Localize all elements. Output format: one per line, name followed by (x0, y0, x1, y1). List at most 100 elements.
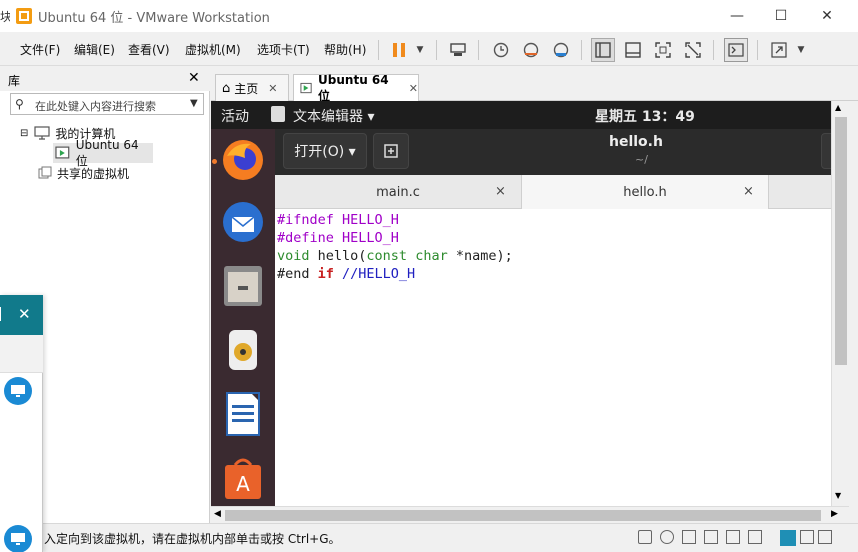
tab-ubuntu-label: Ubuntu 64 位 (318, 73, 389, 103)
stretch-guest-icon[interactable] (767, 38, 791, 62)
editor-tab-main-c[interactable]: main.c (275, 175, 521, 209)
menu-vm[interactable]: 虚拟机(M) (185, 41, 241, 58)
toolbar-separator (713, 40, 714, 60)
title-bar: 块 Ubuntu 64 位 - VMware Workstation — ☐ ✕ (0, 0, 858, 32)
display-status-icon[interactable] (818, 530, 832, 544)
ubuntu-software-icon[interactable]: A (220, 455, 266, 501)
thumbnail-bar-icon[interactable] (621, 38, 645, 62)
menu-edit[interactable]: 编辑(E) (74, 41, 115, 58)
tree-label-shared: 共享的虚拟机 (57, 166, 130, 181)
editor-tab-main-c-label: main.c (376, 184, 420, 200)
search-icon: ⚲ (15, 97, 24, 111)
gedit-header-bar: 打开(O) ▾ hello.h ~/ (275, 129, 831, 175)
horizontal-scrollbar[interactable]: ◀ ▶ (211, 506, 849, 523)
app-menu[interactable]: 文本编辑器 ▾ (293, 106, 374, 126)
code-line-2: #define HELLO_H (277, 230, 399, 246)
open-button[interactable]: 打开(O) ▾ (283, 133, 367, 169)
home-icon: ⌂ (222, 80, 231, 96)
sound-status-icon[interactable] (726, 530, 740, 544)
send-ctrl-alt-del-icon[interactable] (446, 38, 470, 62)
snapshot-manager-icon[interactable] (549, 38, 573, 62)
pause-dropdown-icon[interactable]: ▼ (408, 38, 432, 62)
status-bar: 入定向到该虚拟机，请在虚拟机内部单击或按 Ctrl+G。 (0, 523, 858, 552)
tree-item-shared-vms[interactable]: 共享的虚拟机 (38, 163, 129, 183)
library-close-icon[interactable]: ✕ (188, 70, 200, 86)
monitor-icon[interactable] (4, 525, 32, 552)
new-document-icon[interactable] (373, 133, 409, 169)
toolbar-separator (581, 40, 582, 60)
search-placeholder: 在此处键入内容进行搜索 (35, 100, 156, 113)
computer-icon (34, 126, 50, 140)
unity-mode-icon[interactable] (681, 38, 705, 62)
close-button[interactable]: ✕ (804, 0, 850, 32)
library-search-input[interactable]: ⚲ 在此处键入内容进行搜索 ▼ (10, 93, 204, 115)
tree-item-ubuntu[interactable]: Ubuntu 64 位 (53, 138, 153, 168)
editor-tab-hello-h[interactable]: hello.h (521, 175, 769, 209)
tab-ubuntu-close-icon[interactable]: ✕ (409, 82, 418, 95)
scroll-down-icon[interactable]: ▼ (835, 491, 841, 500)
editor-tab-main-c-close-icon[interactable]: × (495, 184, 506, 199)
vertical-scrollbar[interactable]: ▲ ▼ (831, 101, 849, 506)
activities-button[interactable]: 活动 (221, 106, 249, 126)
menu-view[interactable]: 查看(V) (128, 41, 170, 58)
minimize-button[interactable]: — (714, 0, 760, 32)
scroll-left-icon[interactable]: ◀ (214, 509, 221, 519)
collapse-icon[interactable]: ⊟ (20, 128, 28, 139)
cd-status-icon[interactable] (660, 530, 674, 544)
hdd-status-icon[interactable] (638, 530, 652, 544)
code-area[interactable]: #ifndef HELLO_H #define HELLO_H void hello… (277, 211, 513, 283)
library-view-icon[interactable] (591, 38, 615, 62)
printer-status-icon[interactable] (748, 530, 762, 544)
maximize-button[interactable]: ☐ (758, 0, 804, 32)
tab-home[interactable]: ⌂ 主页 ✕ (215, 74, 289, 101)
tab-ubuntu[interactable]: Ubuntu 64 位 ✕ (293, 73, 419, 103)
window-title: Ubuntu 64 位 - VMware Workstation (38, 11, 270, 26)
message-log-icon[interactable] (800, 530, 814, 544)
firefox-icon[interactable] (220, 137, 266, 183)
vm-display[interactable]: 活动 文本编辑器 ▾ 星期五 13：49 A 打开(O) ▾ hello.h ~… (211, 101, 831, 506)
vertical-scroll-thumb[interactable] (835, 117, 847, 365)
full-screen-icon[interactable] (651, 38, 675, 62)
header-subtitle: ~/ (635, 153, 648, 166)
scroll-right-icon[interactable]: ▶ (831, 509, 838, 519)
toolbar-separator (378, 40, 379, 60)
rhythmbox-icon[interactable] (220, 327, 266, 373)
ubuntu-dock: A (211, 129, 275, 506)
search-dropdown-icon[interactable]: ▼ (190, 98, 198, 109)
library-header: 库 ✕ (0, 67, 210, 91)
header-title: hello.h (609, 134, 663, 150)
floating-panel: ✕ (0, 295, 43, 552)
code-line-1: #ifndef HELLO_H (277, 212, 399, 228)
tab-home-close-icon[interactable]: ✕ (268, 82, 277, 95)
clock[interactable]: 星期五 13：49 (595, 106, 695, 126)
monitor-icon[interactable] (4, 377, 32, 405)
vm-tools-icon[interactable] (780, 530, 796, 546)
libreoffice-writer-icon[interactable] (220, 391, 266, 437)
console-view-icon[interactable] (724, 38, 748, 62)
editor-tab-hello-h-label: hello.h (623, 184, 667, 200)
library-title: 库 (8, 74, 21, 88)
shared-vm-icon (38, 166, 52, 179)
menu-tabs[interactable]: 选项卡(T) (257, 41, 310, 58)
horizontal-scroll-thumb[interactable] (225, 510, 821, 521)
header-overflow-button[interactable] (821, 133, 831, 169)
revert-snapshot-icon[interactable] (519, 38, 543, 62)
menu-help[interactable]: 帮助(H) (324, 41, 366, 58)
editor-tab-hello-h-close-icon[interactable]: × (743, 184, 754, 199)
thunderbird-icon[interactable] (220, 199, 266, 245)
status-message: 入定向到该虚拟机，请在虚拟机内部单击或按 Ctrl+G。 (44, 532, 341, 546)
scroll-up-icon[interactable]: ▲ (835, 103, 841, 112)
running-indicator (212, 159, 217, 164)
files-icon[interactable] (220, 263, 266, 309)
edge-glyph: 块 (0, 10, 10, 24)
panel-close-icon[interactable]: ✕ (18, 305, 31, 323)
gnome-top-bar: 活动 文本编辑器 ▾ 星期五 13：49 (211, 101, 831, 129)
usb-status-icon[interactable] (704, 530, 718, 544)
text-editor-app-icon (271, 106, 285, 122)
snapshot-icon[interactable] (489, 38, 513, 62)
gedit-window: 打开(O) ▾ hello.h ~/ main.c × hello.h × #i… (275, 129, 831, 506)
editor-tabs: main.c × hello.h × (275, 175, 831, 209)
stretch-dropdown-icon[interactable]: ▼ (789, 38, 813, 62)
network-status-icon[interactable] (682, 530, 696, 544)
menu-file[interactable]: 文件(F) (20, 41, 60, 58)
